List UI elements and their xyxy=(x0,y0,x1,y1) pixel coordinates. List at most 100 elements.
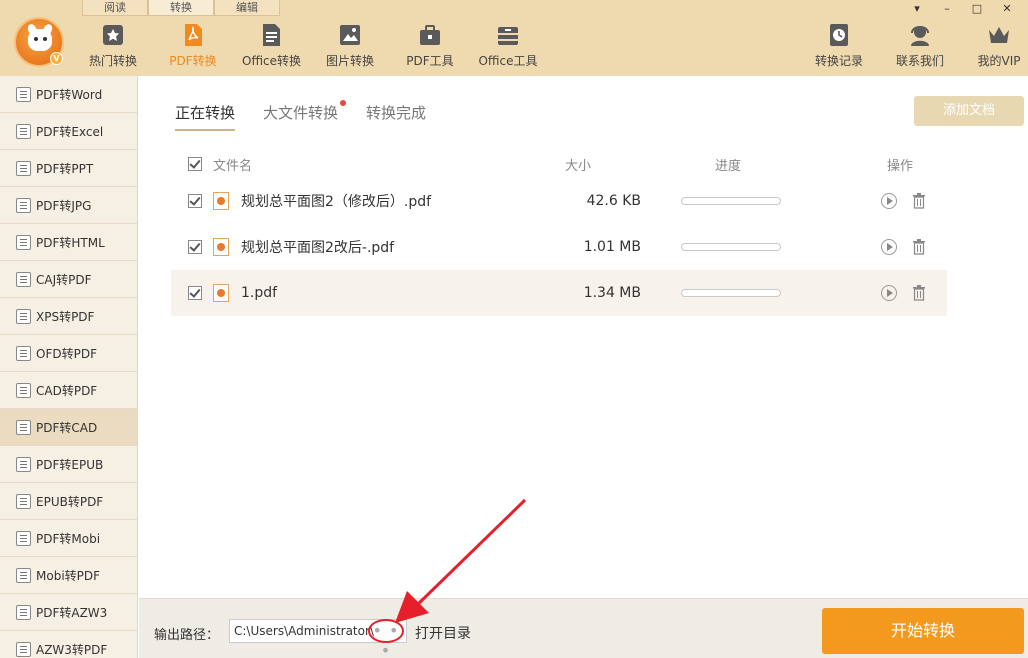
tool-image-convert[interactable]: 图片转换 xyxy=(325,22,375,72)
document-icon xyxy=(16,234,31,250)
close-icon[interactable]: ✕ xyxy=(1000,2,1014,15)
column-header-name: 文件名 xyxy=(213,158,253,174)
sidebar-item-caj-to-pdf[interactable]: CAJ转PDF xyxy=(0,261,137,298)
sidebar-item-azw3-to-pdf[interactable]: AZW3转PDF xyxy=(0,631,137,658)
open-directory-link[interactable]: 打开目录 xyxy=(415,623,471,643)
top-toolbar: 阅读 转换 编辑 V 热门转换 PDF转换 Office转换 图片转换 PDF工… xyxy=(0,0,1028,76)
mode-tabs: 阅读 转换 编辑 xyxy=(82,0,280,16)
main-panel: 正在转换 大文件转换 转换完成 添加文档 文件名 大小 进度 操作 规划总平面图… xyxy=(139,76,1028,598)
bottom-bar: 输出路径： C:\Users\Administrator\ • • • 打开目录… xyxy=(139,598,1028,658)
pdf-icon xyxy=(185,24,202,46)
headset-icon xyxy=(911,26,929,46)
sidebar-item-xps-to-pdf[interactable]: XPS转PDF xyxy=(0,298,137,335)
trash-icon[interactable] xyxy=(912,193,926,209)
app-logo[interactable]: V xyxy=(14,17,64,67)
tool-office-convert[interactable]: Office转换 xyxy=(242,22,301,72)
play-icon[interactable] xyxy=(881,239,897,255)
mode-tab-convert[interactable]: 转换 xyxy=(148,0,214,16)
file-size: 42.6 KB xyxy=(586,193,641,209)
sidebar-item-cad-to-pdf[interactable]: CAD转PDF xyxy=(0,372,137,409)
history-icon xyxy=(830,24,848,46)
document-icon xyxy=(16,604,31,620)
sidebar-item-pdf-to-jpg[interactable]: PDF转JPG xyxy=(0,187,137,224)
tab-completed[interactable]: 转换完成 xyxy=(366,102,426,131)
toolbox-icon xyxy=(420,25,440,45)
document-icon xyxy=(16,456,31,472)
sidebar-item-pdf-to-azw3[interactable]: PDF转AZW3 xyxy=(0,594,137,631)
column-header-size: 大小 xyxy=(565,158,592,174)
file-size: 1.34 MB xyxy=(583,285,641,301)
document-icon xyxy=(16,86,31,102)
document-icon xyxy=(16,419,31,435)
sidebar-item-pdf-to-word[interactable]: PDF转Word xyxy=(0,76,137,113)
sidebar-item-mobi-to-pdf[interactable]: Mobi转PDF xyxy=(0,557,137,594)
mode-tab-edit[interactable]: 编辑 xyxy=(214,0,280,16)
output-path-label: 输出路径： xyxy=(154,628,220,643)
document-icon xyxy=(16,382,31,398)
file-table: 文件名 大小 进度 操作 规划总平面图2（修改后）.pdf 42.6 KB 规划… xyxy=(171,150,947,316)
play-icon[interactable] xyxy=(881,193,897,209)
sidebar-item-pdf-to-cad[interactable]: PDF转CAD xyxy=(0,409,137,446)
hot-icon xyxy=(103,25,123,45)
pdf-file-icon xyxy=(213,192,229,210)
file-name: 规划总平面图2（修改后）.pdf xyxy=(241,194,432,210)
mode-tab-read[interactable]: 阅读 xyxy=(82,0,148,16)
tool-my-vip[interactable]: 我的VIP xyxy=(974,22,1024,72)
sidebar-item-pdf-to-ppt[interactable]: PDF转PPT xyxy=(0,150,137,187)
progress-bar xyxy=(681,289,781,297)
sidebar-item-pdf-to-mobi[interactable]: PDF转Mobi xyxy=(0,520,137,557)
play-icon[interactable] xyxy=(881,285,897,301)
sidebar: PDF转Word PDF转Excel PDF转PPT PDF转JPG PDF转H… xyxy=(0,76,138,658)
image-icon xyxy=(340,25,360,45)
minimize-icon[interactable]: – xyxy=(940,2,954,15)
table-header: 文件名 大小 进度 操作 xyxy=(171,150,947,178)
row-checkbox[interactable] xyxy=(188,240,202,254)
tool-office-tools[interactable]: Office工具 xyxy=(478,22,538,72)
pdf-file-icon xyxy=(213,238,229,256)
column-header-progress: 进度 xyxy=(715,158,742,174)
sidebar-item-epub-to-pdf[interactable]: EPUB转PDF xyxy=(0,483,137,520)
document-icon xyxy=(16,493,31,509)
start-convert-button[interactable]: 开始转换 xyxy=(822,608,1024,654)
sidebar-item-pdf-to-epub[interactable]: PDF转EPUB xyxy=(0,446,137,483)
document-icon xyxy=(16,567,31,583)
tool-convert-history[interactable]: 转换记录 xyxy=(812,22,866,72)
tool-pdf-convert[interactable]: PDF转换 xyxy=(168,22,218,72)
row-checkbox[interactable] xyxy=(188,286,202,300)
document-icon xyxy=(16,160,31,176)
trash-icon[interactable] xyxy=(912,285,926,301)
dropdown-menu-icon[interactable]: ▾ xyxy=(910,2,924,15)
tool-hot-convert[interactable]: 热门转换 xyxy=(88,22,138,72)
file-name: 1.pdf xyxy=(241,285,278,301)
table-row[interactable]: 规划总平面图2（修改后）.pdf 42.6 KB xyxy=(171,178,947,224)
status-tabs: 正在转换 大文件转换 转换完成 xyxy=(175,100,426,131)
file-name: 规划总平面图2改后-.pdf xyxy=(241,240,395,256)
notification-dot xyxy=(340,100,347,106)
window-controls: ▾ – □ ✕ xyxy=(910,2,1014,15)
sidebar-item-ofd-to-pdf[interactable]: OFD转PDF xyxy=(0,335,137,372)
maximize-icon[interactable]: □ xyxy=(970,2,984,15)
column-header-actions: 操作 xyxy=(887,158,914,174)
tool-pdf-tools[interactable]: PDF工具 xyxy=(405,22,455,72)
document-icon xyxy=(16,530,31,546)
add-document-button[interactable]: 添加文档 xyxy=(914,96,1024,126)
tab-converting[interactable]: 正在转换 xyxy=(175,102,236,131)
document-icon xyxy=(16,271,31,287)
document-icon xyxy=(16,123,31,139)
browse-path-button[interactable]: • • • xyxy=(368,619,404,658)
tool-contact-us[interactable]: 联系我们 xyxy=(893,22,947,72)
table-row[interactable]: 1.pdf 1.34 MB xyxy=(171,270,947,316)
table-row[interactable]: 规划总平面图2改后-.pdf 1.01 MB xyxy=(171,224,947,270)
document-icon xyxy=(16,308,31,324)
office-toolbox-icon xyxy=(498,27,518,45)
sidebar-item-pdf-to-html[interactable]: PDF转HTML xyxy=(0,224,137,261)
row-checkbox[interactable] xyxy=(188,194,202,208)
tab-large-file[interactable]: 大文件转换 xyxy=(263,100,347,131)
file-size: 1.01 MB xyxy=(583,239,641,255)
pdf-file-icon xyxy=(213,284,229,302)
sidebar-item-pdf-to-excel[interactable]: PDF转Excel xyxy=(0,113,137,150)
document-icon xyxy=(16,345,31,361)
office-doc-icon xyxy=(263,24,280,46)
select-all-checkbox[interactable] xyxy=(188,157,202,171)
trash-icon[interactable] xyxy=(912,239,926,255)
